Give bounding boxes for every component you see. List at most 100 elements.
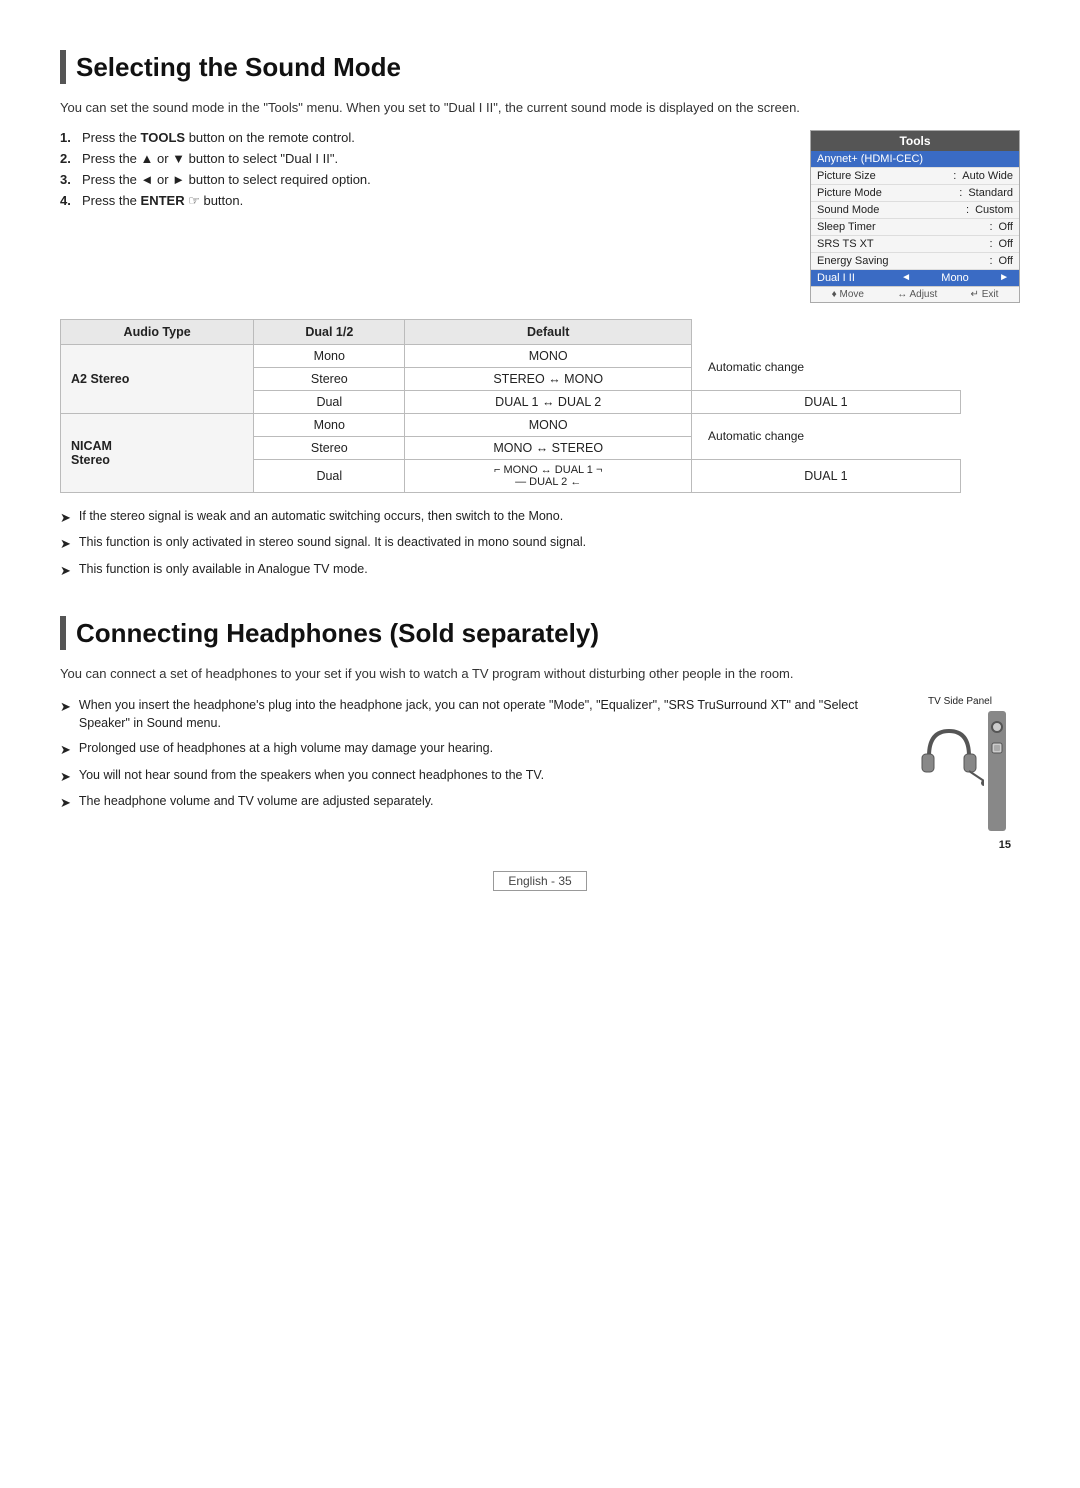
note-2-text: This function is only activated in stere… [79, 533, 586, 552]
step-4: 4. Press the ENTER ☞ button. [60, 193, 790, 209]
note-2: ➤ This function is only activated in ste… [60, 533, 1020, 554]
nicam-mono-dual: MONO [405, 413, 692, 436]
step-3-num: 3. [60, 172, 76, 187]
table-row: A2 Stereo Mono MONO Automatic change [61, 344, 1020, 367]
a2-dual-dual: DUAL 1 ↔ DUAL 2 [405, 390, 692, 413]
hp-note-1: ➤ When you insert the headphone's plug i… [60, 696, 880, 734]
hp-note-4: ➤ The headphone volume and TV volume are… [60, 792, 880, 813]
step-2-text: Press the ▲ or ▼ button to select "Dual … [82, 151, 338, 166]
step-2-num: 2. [60, 151, 76, 166]
left-arrow-icon: ◄ [897, 272, 915, 283]
col-audio-type: Audio Type [61, 319, 254, 344]
sound-mode-value: Custom [975, 204, 1013, 216]
col-default: Default [405, 319, 692, 344]
picture-size-label: Picture Size [817, 170, 947, 182]
tv-side-panel: TV Side Panel [900, 696, 1020, 831]
step-1: 1. Press the TOOLS button on the remote … [60, 130, 790, 145]
step-4-num: 4. [60, 193, 76, 209]
tv-side-label: TV Side Panel [900, 696, 1020, 707]
nicam-label: NICAMStereo [61, 413, 254, 492]
tools-menu-title: Tools [811, 131, 1019, 151]
step-1-text: Press the TOOLS button on the remote con… [82, 130, 355, 145]
nicam-stereo-dual: MONO ↔ STEREO [405, 436, 692, 459]
step-4-text: Press the ENTER ☞ button. [82, 193, 243, 209]
dual-value: Mono [915, 272, 995, 284]
arrow-icon-2: ➤ [60, 534, 71, 554]
a2-stereo-label: A2 Stereo [61, 344, 254, 413]
section2-header: Connecting Headphones (Sold separately) [60, 616, 1020, 650]
picture-size-value: Auto Wide [962, 170, 1013, 182]
hp-note-2: ➤ Prolonged use of headphones at a high … [60, 739, 880, 760]
dual-label: Dual I II [817, 272, 897, 284]
nicam-dual-dual: ⌐ MONO ↔ DUAL 1 ¬— DUAL 2 ← [405, 459, 692, 492]
headphones-content: ➤ When you insert the headphone's plug i… [60, 696, 1020, 831]
step-3: 3. Press the ◄ or ► button to select req… [60, 172, 790, 187]
nicam-mono-audio: Mono [254, 413, 405, 436]
step-3-text: Press the ◄ or ► button to select requir… [82, 172, 371, 187]
hp-note-3-text: You will not hear sound from the speaker… [79, 766, 544, 785]
headphone-icon [914, 721, 984, 791]
audio-table: Audio Type Dual 1/2 Default A2 Stereo Mo… [60, 319, 1020, 493]
sound-mode-label: Sound Mode [817, 204, 960, 216]
a2-dual-note [960, 390, 1019, 413]
hp-arrow-1: ➤ [60, 697, 71, 717]
section2: Connecting Headphones (Sold separately) … [60, 616, 1020, 831]
steps-and-menu: 1. Press the TOOLS button on the remote … [60, 130, 1020, 303]
adjust-hint: ↔ Adjust [897, 289, 937, 300]
hp-note-4-text: The headphone volume and TV volume are a… [79, 792, 434, 811]
tools-key: TOOLS [141, 130, 186, 145]
footer-text: English - 35 [493, 871, 586, 891]
table-row: NICAMStereo Mono MONO Automatic change [61, 413, 1020, 436]
hp-note-2-text: Prolonged use of headphones at a high vo… [79, 739, 493, 758]
a2-dual-audio: Dual [254, 390, 405, 413]
tv-connector-icon [990, 741, 1004, 755]
a2-stereo-dual: STEREO ↔ MONO [405, 367, 692, 390]
section2-title: Connecting Headphones (Sold separately) [76, 618, 599, 649]
tv-jack-port [991, 721, 1003, 733]
right-arrow-icon: ► [995, 272, 1013, 283]
srs-label: SRS TS XT [817, 238, 983, 250]
note-3: ➤ This function is only available in Ana… [60, 560, 1020, 581]
nicam-dual-note [960, 459, 1019, 492]
section1-header: Selecting the Sound Mode [60, 50, 1020, 84]
hp-note-1-text: When you insert the headphone's plug int… [79, 696, 880, 734]
nicam-stereo-audio: Stereo [254, 436, 405, 459]
tools-nav-row: Dual I II ◄ Mono ► [811, 270, 1019, 286]
srs-value: Off [999, 238, 1013, 250]
tools-row-picture-size: Picture Size : Auto Wide [811, 168, 1019, 185]
section2-bar [60, 616, 66, 650]
a2-auto-note: Automatic change [692, 344, 961, 390]
a2-mono-dual: MONO [405, 344, 692, 367]
sleep-timer-label: Sleep Timer [817, 221, 983, 233]
section2-intro: You can connect a set of headphones to y… [60, 664, 1020, 684]
tools-row-srs: SRS TS XT : Off [811, 236, 1019, 253]
nicam-dual-default: DUAL 1 [692, 459, 961, 492]
energy-label: Energy Saving [817, 255, 983, 267]
nicam-dual-audio: Dual [254, 459, 405, 492]
section-bar [60, 50, 66, 84]
steps-list: 1. Press the TOOLS button on the remote … [60, 130, 790, 303]
step-1-num: 1. [60, 130, 76, 145]
tv-page-number: 15 [999, 839, 1011, 851]
tools-menu-panel: Tools Anynet+ (HDMI-CEC) Picture Size : … [810, 130, 1020, 303]
enter-key: ENTER [141, 193, 185, 208]
move-hint: ♦ Move [832, 289, 864, 300]
section1-intro: You can set the sound mode in the "Tools… [60, 98, 1020, 118]
anynet-label: Anynet+ (HDMI-CEC) [817, 153, 1013, 165]
arrow-icon-3: ➤ [60, 561, 71, 581]
picture-mode-label: Picture Mode [817, 187, 953, 199]
note-3-text: This function is only available in Analo… [79, 560, 368, 579]
tools-footer: ♦ Move ↔ Adjust ↵ Exit [811, 286, 1019, 302]
arrow-icon-1: ➤ [60, 508, 71, 528]
tools-row-energy: Energy Saving : Off [811, 253, 1019, 270]
hp-note-3: ➤ You will not hear sound from the speak… [60, 766, 880, 787]
hp-arrow-2: ➤ [60, 740, 71, 760]
col-note-header [692, 319, 961, 344]
tools-row-anynet: Anynet+ (HDMI-CEC) [811, 151, 1019, 168]
tv-bar [988, 711, 1006, 831]
hp-arrow-3: ➤ [60, 767, 71, 787]
a2-stereo-audio: Stereo [254, 367, 405, 390]
energy-value: Off [999, 255, 1013, 267]
section1-title: Selecting the Sound Mode [76, 52, 401, 83]
tools-row-sleep-timer: Sleep Timer : Off [811, 219, 1019, 236]
